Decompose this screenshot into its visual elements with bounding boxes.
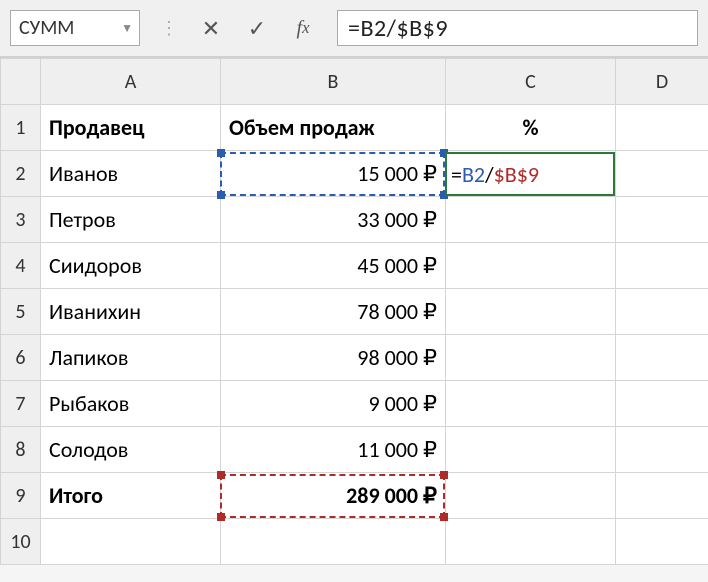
- cell[interactable]: [446, 473, 616, 519]
- cell[interactable]: 11 000 ₽: [221, 427, 446, 473]
- active-cell-editor[interactable]: =B2/$B$9: [445, 152, 615, 196]
- cell[interactable]: [41, 519, 221, 565]
- cell[interactable]: [221, 519, 446, 565]
- select-all-corner[interactable]: [1, 59, 41, 105]
- cell[interactable]: Солодов: [41, 427, 221, 473]
- grid[interactable]: A B C D 1 Продавец Объем продаж % 2 Иван…: [0, 58, 708, 565]
- cell[interactable]: [616, 289, 708, 335]
- cell[interactable]: [616, 151, 708, 197]
- row-header[interactable]: 1: [1, 105, 41, 151]
- cell[interactable]: [446, 243, 616, 289]
- row-header[interactable]: 8: [1, 427, 41, 473]
- grip-icon: ⋮: [160, 17, 179, 39]
- row-header[interactable]: 2: [1, 151, 41, 197]
- cell[interactable]: [446, 519, 616, 565]
- spreadsheet: A B C D 1 Продавец Объем продаж % 2 Иван…: [0, 58, 708, 565]
- cell[interactable]: 98 000 ₽: [221, 335, 446, 381]
- name-box[interactable]: СУММ ▼: [10, 10, 140, 46]
- cell[interactable]: Продавец: [41, 105, 221, 151]
- col-header-d[interactable]: D: [616, 59, 708, 105]
- cell[interactable]: [616, 473, 708, 519]
- cell[interactable]: [616, 335, 708, 381]
- row-header[interactable]: 4: [1, 243, 41, 289]
- name-box-value: СУММ: [19, 16, 74, 40]
- cell[interactable]: %: [446, 105, 616, 151]
- formula-eq: =: [451, 161, 462, 188]
- col-header-c[interactable]: C: [446, 59, 616, 105]
- row-header[interactable]: 9: [1, 473, 41, 519]
- fx-button[interactable]: fx: [289, 14, 317, 42]
- cell[interactable]: 33 000 ₽: [221, 197, 446, 243]
- cell[interactable]: Иванихин: [41, 289, 221, 335]
- cell[interactable]: [616, 243, 708, 289]
- cell[interactable]: Петров: [41, 197, 221, 243]
- cell[interactable]: 15 000 ₽: [221, 151, 446, 197]
- cell[interactable]: [616, 197, 708, 243]
- cell[interactable]: [616, 427, 708, 473]
- cell[interactable]: [616, 519, 708, 565]
- cell[interactable]: Сиидоров: [41, 243, 221, 289]
- cell[interactable]: Лапиков: [41, 335, 221, 381]
- cell[interactable]: [616, 105, 708, 151]
- row-header[interactable]: 10: [1, 519, 41, 565]
- cell[interactable]: 45 000 ₽: [221, 243, 446, 289]
- cell[interactable]: Объем продаж: [221, 105, 446, 151]
- formula-ref2: $B$9: [494, 161, 539, 188]
- formula-input[interactable]: =B2/$B$9: [337, 10, 698, 46]
- cancel-button[interactable]: ✕: [197, 14, 225, 42]
- cell[interactable]: [446, 197, 616, 243]
- formula-slash: /: [485, 161, 494, 188]
- row-header[interactable]: 3: [1, 197, 41, 243]
- cell[interactable]: Иванов: [41, 151, 221, 197]
- cell[interactable]: Рыбаков: [41, 381, 221, 427]
- cell[interactable]: [446, 289, 616, 335]
- cell[interactable]: [446, 427, 616, 473]
- cell[interactable]: Итого: [41, 473, 221, 519]
- cell[interactable]: [446, 381, 616, 427]
- formula-ref1: B2: [462, 161, 485, 188]
- formula-text: =B2/$B$9: [348, 14, 448, 43]
- cell[interactable]: [446, 335, 616, 381]
- row-header[interactable]: 6: [1, 335, 41, 381]
- cell[interactable]: 9 000 ₽: [221, 381, 446, 427]
- cell[interactable]: [616, 381, 708, 427]
- row-header[interactable]: 5: [1, 289, 41, 335]
- cell[interactable]: 289 000 ₽: [221, 473, 446, 519]
- formula-bar: СУММ ▼ ⋮ ✕ ✓ fx =B2/$B$9: [0, 0, 708, 58]
- col-header-a[interactable]: A: [41, 59, 221, 105]
- chevron-down-icon[interactable]: ▼: [121, 21, 133, 36]
- enter-button[interactable]: ✓: [243, 14, 271, 42]
- col-header-b[interactable]: B: [221, 59, 446, 105]
- cell[interactable]: 78 000 ₽: [221, 289, 446, 335]
- formula-bar-buttons: ⋮ ✕ ✓ fx: [152, 14, 325, 42]
- row-header[interactable]: 7: [1, 381, 41, 427]
